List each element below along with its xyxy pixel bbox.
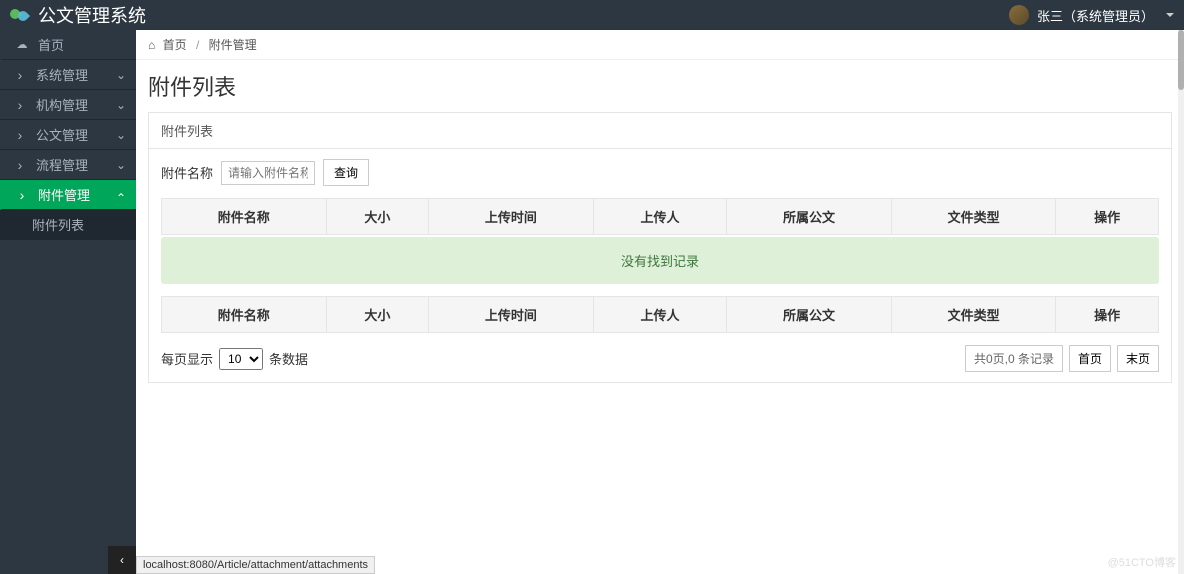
col-doc: 所属公文 xyxy=(727,199,892,235)
caret-down-icon xyxy=(1166,13,1174,17)
status-url: localhost:8080/Article/attachment/attach… xyxy=(136,556,375,574)
sidebar-item-org[interactable]: 机构管理 xyxy=(0,90,136,120)
sidebar-item-home[interactable]: ☁ 首页 xyxy=(0,30,136,60)
table-empty-message: 没有找到记录 xyxy=(161,237,1159,284)
col-time: 上传时间 xyxy=(429,199,594,235)
breadcrumb: ⌂ 首页 / 附件管理 xyxy=(136,30,1184,60)
col-uploader: 上传人 xyxy=(593,199,727,235)
chevron-right-icon xyxy=(10,67,30,83)
sidebar-label: 机构管理 xyxy=(36,95,116,114)
sidebar-collapse-button[interactable]: ‹ xyxy=(108,546,136,574)
avatar xyxy=(1009,5,1029,25)
per-page-select[interactable]: 10 xyxy=(219,348,263,370)
chevron-down-icon xyxy=(116,128,126,142)
app-title: 公文管理系统 xyxy=(38,2,146,28)
scrollbar-thumb[interactable] xyxy=(1178,30,1184,90)
page-title: 附件列表 xyxy=(148,70,1172,102)
search-input[interactable] xyxy=(221,161,315,185)
sidebar-item-system[interactable]: 系统管理 xyxy=(0,60,136,90)
chevron-right-icon xyxy=(10,127,30,143)
chevron-right-icon xyxy=(10,157,30,173)
col-doc: 所属公文 xyxy=(727,297,892,333)
col-size: 大小 xyxy=(326,297,429,333)
search-button[interactable]: 查询 xyxy=(323,159,369,186)
sidebar-label: 系统管理 xyxy=(36,65,116,84)
col-time: 上传时间 xyxy=(429,297,594,333)
sidebar-item-flow[interactable]: 流程管理 xyxy=(0,150,136,180)
pager-info: 共0页,0 条记录 xyxy=(965,345,1063,372)
sidebar-label: 首页 xyxy=(38,35,126,54)
chevron-up-icon xyxy=(116,188,126,202)
sidebar-item-attachment[interactable]: 附件管理 xyxy=(0,180,136,210)
watermark: @51CTO博客 xyxy=(1108,554,1176,570)
chevron-right-icon xyxy=(12,187,32,203)
col-name: 附件名称 xyxy=(162,297,327,333)
sidebar-label: 附件管理 xyxy=(38,185,116,204)
app-logo-icon xyxy=(10,9,30,21)
pager-first-button[interactable]: 首页 xyxy=(1069,345,1111,372)
sidebar-item-attachment-list[interactable]: 附件列表 xyxy=(0,210,136,240)
col-action: 操作 xyxy=(1056,297,1159,333)
per-page-unit: 条数据 xyxy=(269,349,308,368)
sidebar-label: 公文管理 xyxy=(36,125,116,144)
col-uploader: 上传人 xyxy=(593,297,727,333)
col-name: 附件名称 xyxy=(162,199,327,235)
col-type: 文件类型 xyxy=(891,199,1056,235)
user-name: 张三（系统管理员） xyxy=(1037,6,1154,25)
chevron-down-icon xyxy=(116,68,126,82)
chevron-down-icon xyxy=(116,98,126,112)
col-type: 文件类型 xyxy=(891,297,1056,333)
search-label: 附件名称 xyxy=(161,163,213,182)
home-icon: ⌂ xyxy=(148,38,155,52)
user-menu[interactable]: 张三（系统管理员） xyxy=(1009,5,1174,25)
col-action: 操作 xyxy=(1056,199,1159,235)
sidebar-label: 流程管理 xyxy=(36,155,116,174)
sidebar-item-doc[interactable]: 公文管理 xyxy=(0,120,136,150)
pager-last-button[interactable]: 末页 xyxy=(1117,345,1159,372)
chevron-down-icon xyxy=(116,158,126,172)
chevron-right-icon xyxy=(10,97,30,113)
breadcrumb-current: 附件管理 xyxy=(209,38,257,52)
sidebar-label: 附件列表 xyxy=(32,215,126,234)
col-size: 大小 xyxy=(326,199,429,235)
scrollbar[interactable] xyxy=(1178,30,1184,574)
panel-heading: 附件列表 xyxy=(149,113,1171,149)
breadcrumb-home[interactable]: 首页 xyxy=(163,38,187,52)
breadcrumb-separator: / xyxy=(196,38,199,52)
per-page-label: 每页显示 xyxy=(161,349,213,368)
dashboard-icon: ☁ xyxy=(12,38,32,51)
